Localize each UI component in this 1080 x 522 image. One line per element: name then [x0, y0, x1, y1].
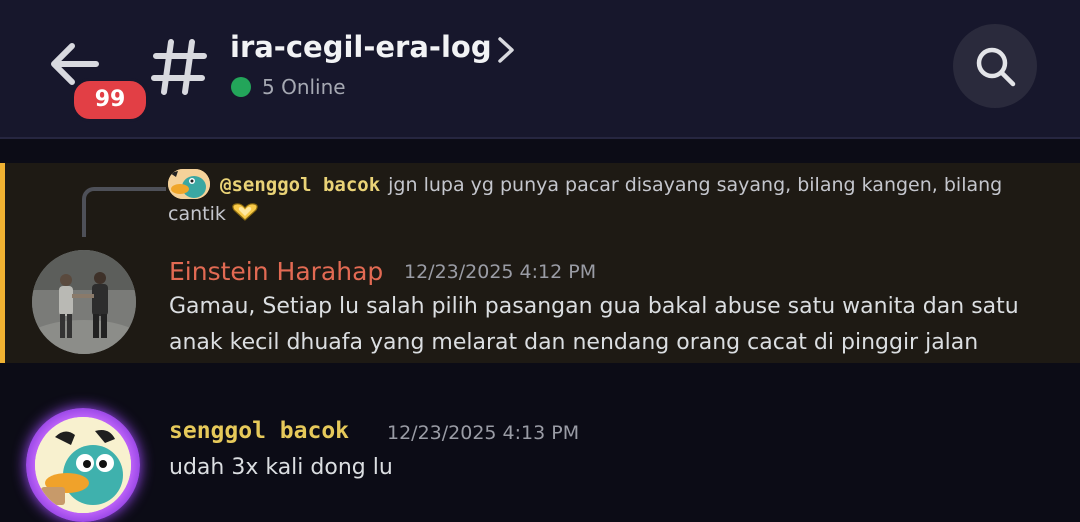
message-author[interactable]: Einstein Harahap — [169, 257, 383, 286]
message-content: udah 3x kali dong lu — [169, 455, 393, 480]
heart-hands-icon — [232, 203, 258, 221]
message[interactable]: senggol bacok 12/23/2025 4:13 PM udah 3x… — [0, 363, 1080, 522]
reply-connector — [82, 187, 166, 237]
online-status-dot — [231, 77, 251, 97]
hash-icon — [151, 39, 207, 95]
mention-highlight-bar — [0, 163, 5, 363]
search-button[interactable] — [953, 24, 1037, 108]
channel-header: 99 ira-cegil-era-log 5 Online — [0, 0, 1080, 139]
avatar[interactable] — [35, 417, 131, 513]
reply-author[interactable]: @senggol bacok — [220, 174, 380, 196]
avatar[interactable] — [32, 250, 136, 354]
channel-title[interactable]: ira-cegil-era-log — [230, 30, 492, 64]
online-count: 5 Online — [262, 75, 346, 99]
message-highlighted[interactable]: @senggol bacok jgn lupa yg punya pacar di… — [0, 163, 1080, 363]
unread-count-badge: 99 — [71, 78, 149, 122]
chevron-right-icon[interactable] — [494, 36, 518, 64]
message-content: Gamau, Setiap lu salah pilih pasangan gu… — [169, 294, 1019, 355]
reply-preview[interactable]: @senggol bacok jgn lupa yg punya pacar di… — [168, 171, 1018, 229]
search-icon — [976, 47, 1016, 87]
message-timestamp: 12/23/2025 4:12 PM — [404, 261, 597, 283]
message-author[interactable]: senggol bacok — [169, 418, 349, 444]
message-timestamp: 12/23/2025 4:13 PM — [387, 422, 580, 444]
